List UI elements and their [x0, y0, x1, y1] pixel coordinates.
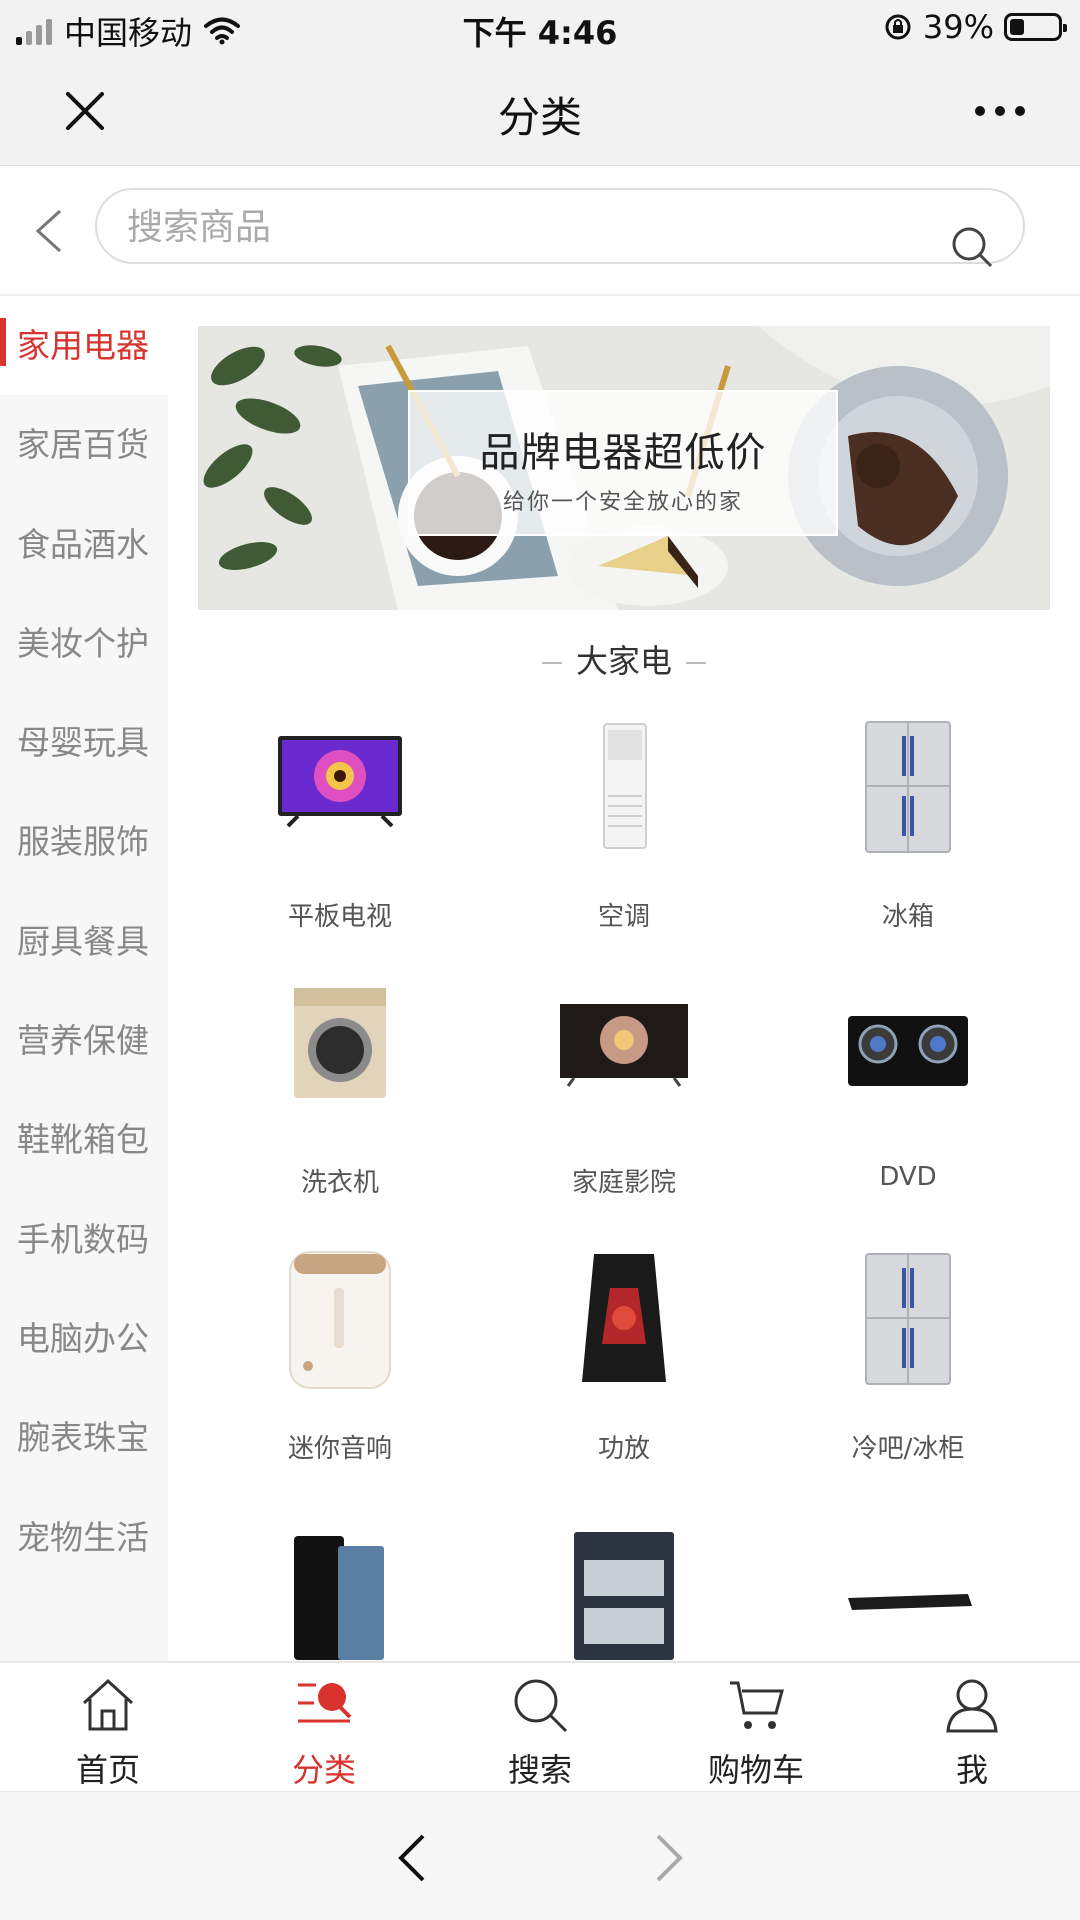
sidebar-item-baby-toys[interactable]: 母婴玩具	[0, 693, 168, 792]
product-tile[interactable]: 迷你音响	[198, 1248, 482, 1464]
fridge-icon	[865, 721, 951, 853]
gas-stove-icon	[848, 1016, 968, 1086]
bottom-nav: 首页 分类 搜索 购物车 我	[0, 1661, 1080, 1791]
product-tile[interactable]	[766, 1516, 1050, 1661]
search-icon[interactable]	[951, 226, 993, 268]
banner-text-panel: 品牌电器超低价 给你一个安全放心的家	[408, 390, 838, 536]
category-sidebar: 家用电器 家居百货 食品酒水 美妆个护 母婴玩具 服装服饰 厨具餐具 营养保健 …	[0, 296, 168, 1661]
back-arrow-icon[interactable]	[30, 206, 70, 256]
battery-percent: 39%	[922, 8, 994, 46]
banner-title: 品牌电器超低价	[479, 430, 767, 476]
product-label: 平板电视	[287, 902, 392, 932]
product-label: 空调	[597, 902, 650, 932]
nav-label: 我	[955, 1751, 988, 1789]
page-title: 分类	[497, 93, 582, 142]
product-tile[interactable]: 冷吧/冰柜	[766, 1248, 1050, 1464]
search-row	[0, 166, 1080, 296]
section-title-text: 大家电	[575, 642, 672, 680]
product-tile[interactable]: 空调	[482, 716, 766, 932]
product-tile[interactable]: 冰箱	[766, 716, 1050, 932]
sidebar-item-kitchenware[interactable]: 厨具餐具	[0, 892, 168, 991]
product-tile[interactable]: 家庭影院	[482, 982, 766, 1198]
product-tile[interactable]: 平板电视	[198, 716, 482, 932]
washing-machine-icon	[294, 988, 386, 1098]
product-tile[interactable]	[198, 1516, 482, 1661]
sidebar-item-home-goods[interactable]: 家居百货	[0, 395, 168, 494]
sidebar-item-watches[interactable]: 腕表珠宝	[0, 1388, 168, 1487]
sidebar-item-phones[interactable]: 手机数码	[0, 1190, 168, 1289]
user-icon	[946, 1679, 998, 1733]
product-label: 家庭影院	[571, 1168, 676, 1198]
sidebar-item-food-drinks[interactable]: 食品酒水	[0, 495, 168, 594]
water-purifier-icon	[294, 1536, 384, 1660]
fridge-icon	[865, 1253, 951, 1385]
product-tile[interactable]: 洗衣机	[198, 982, 482, 1198]
search-box[interactable]	[95, 188, 1025, 268]
product-label: 冰箱	[881, 902, 934, 932]
category-content: 品牌电器超低价 给你一个安全放心的家 大家电 平板电视 空调 冰箱 洗衣机 家庭…	[168, 296, 1080, 1661]
battery-icon	[1004, 13, 1067, 41]
home-theater-icon	[560, 1004, 688, 1087]
product-tile[interactable]	[482, 1516, 766, 1661]
search-input[interactable]	[127, 200, 927, 254]
sidebar-item-appliances[interactable]: 家用电器	[0, 296, 168, 396]
nav-label: 首页	[75, 1751, 140, 1789]
sidebar-item-clothing[interactable]: 服装服饰	[0, 792, 168, 891]
search-icon	[514, 1679, 568, 1733]
sidebar-item-shoes-bags[interactable]: 鞋靴箱包	[0, 1090, 168, 1189]
nav-home[interactable]: 首页	[0, 1663, 216, 1793]
nav-label: 搜索	[507, 1751, 572, 1789]
browser-toolbar	[0, 1791, 1080, 1920]
divider	[686, 662, 706, 664]
section-title: 大家电	[168, 636, 1080, 682]
sidebar-item-health[interactable]: 营养保健	[0, 991, 168, 1090]
nav-category[interactable]: 分类	[216, 1663, 432, 1793]
product-tile[interactable]: DVD	[766, 982, 1050, 1192]
browser-forward-icon[interactable]	[650, 1832, 686, 1884]
browser-back-icon[interactable]	[395, 1832, 431, 1884]
tv-icon	[278, 736, 402, 828]
sidebar-item-pets[interactable]: 宠物生活	[0, 1488, 168, 1587]
nav-cart[interactable]: 购物车	[648, 1663, 864, 1793]
pc-case-icon	[582, 1254, 666, 1382]
sterilizer-cabinet-icon	[574, 1532, 674, 1660]
product-label: 功放	[597, 1434, 650, 1464]
divider	[541, 662, 562, 664]
rotation-lock-icon	[885, 14, 911, 40]
more-icon[interactable]	[970, 96, 1030, 126]
nav-search[interactable]: 搜索	[432, 1663, 648, 1793]
product-label: 迷你音响	[287, 1434, 392, 1464]
sidebar-item-beauty[interactable]: 美妆个护	[0, 594, 168, 693]
nav-me[interactable]: 我	[864, 1663, 1080, 1793]
humidifier-icon	[289, 1251, 391, 1389]
banner-subtitle: 给你一个安全放心的家	[502, 490, 743, 515]
product-tile[interactable]: 功放	[482, 1248, 766, 1464]
product-label: 冷吧/冰柜	[851, 1434, 965, 1464]
nav-label: 购物车	[707, 1751, 804, 1789]
promo-banner[interactable]: 品牌电器超低价 给你一个安全放心的家	[198, 326, 1050, 610]
cart-icon	[730, 1681, 784, 1729]
product-label: 洗衣机	[300, 1168, 379, 1198]
category-icon	[298, 1683, 352, 1723]
air-conditioner-icon	[603, 723, 647, 849]
dvd-player-icon	[848, 1594, 972, 1610]
product-label: DVD	[879, 1162, 937, 1192]
home-icon	[82, 1678, 134, 1731]
nav-label: 分类	[291, 1751, 356, 1789]
sidebar-item-computers[interactable]: 电脑办公	[0, 1289, 168, 1388]
title-bar: 分类	[0, 56, 1080, 166]
status-bar: 中国移动 下午 4:46 39%	[0, 0, 1080, 56]
